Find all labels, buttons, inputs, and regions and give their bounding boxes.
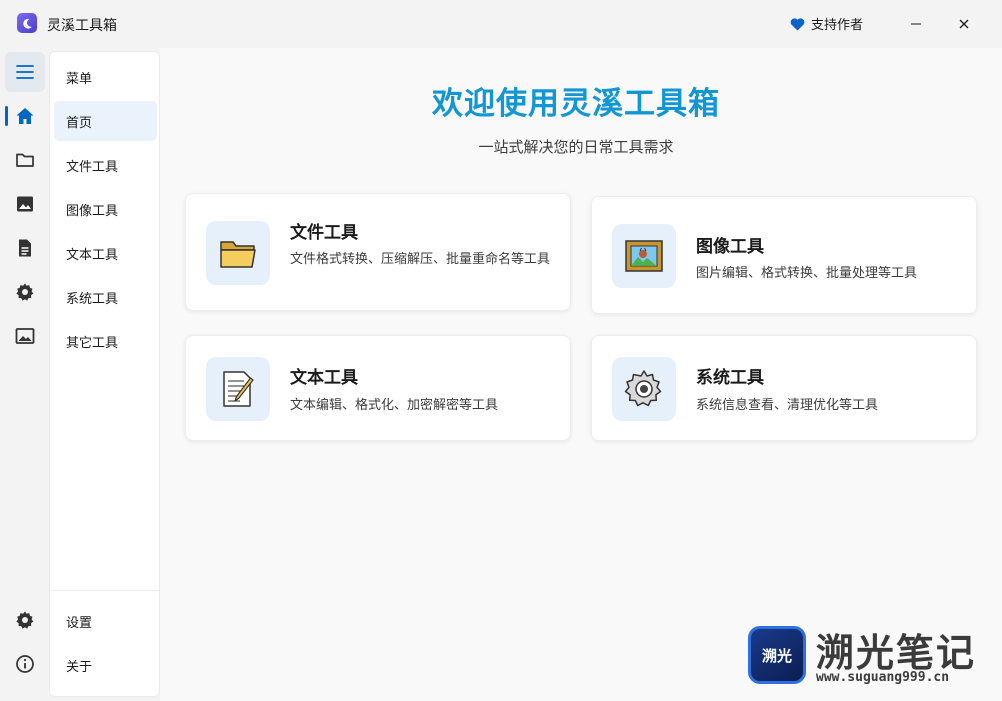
app-logo-icon — [17, 13, 37, 33]
card-description: 系统信息查看、清理优化等工具 — [696, 398, 879, 413]
menu-item-home[interactable]: 首页 — [54, 101, 157, 141]
close-button[interactable] — [950, 10, 978, 38]
menu-item-system-tools[interactable]: 系统工具 — [54, 277, 157, 317]
card-title: 文件工具 — [290, 223, 358, 243]
card-title: 图像工具 — [696, 237, 764, 257]
picture-icon — [15, 328, 35, 344]
card-icon-wrapper — [612, 224, 676, 288]
folder-icon — [16, 153, 34, 167]
menu-icon — [16, 65, 34, 79]
card-system-tools[interactable]: 系统工具 系统信息查看、清理优化等工具 — [591, 335, 977, 441]
image-icon — [17, 196, 33, 212]
minimize-icon — [911, 23, 921, 25]
card-title: 系统工具 — [696, 368, 764, 388]
card-file-tools[interactable]: 文件工具 文件格式转换、压缩解压、批量重命名等工具 — [185, 193, 571, 311]
rail-item-text-tools[interactable] — [5, 228, 45, 268]
navigation-menu: 菜单 首页 文件工具 图像工具 文本工具 系统工具 其它工具 设置 关于 — [49, 51, 160, 697]
menu-divider — [50, 590, 159, 591]
support-author-button[interactable]: 支持作者 — [790, 14, 863, 33]
rail-item-settings[interactable] — [5, 600, 45, 640]
watermark: 溯光 溯光笔记 www.suguang999.cn — [748, 626, 998, 688]
minimize-button[interactable] — [902, 10, 930, 38]
rail-item-home[interactable] — [5, 96, 45, 136]
rail-item-system-tools[interactable] — [5, 272, 45, 312]
menu-item-other-tools[interactable]: 其它工具 — [54, 321, 157, 361]
rail-item-about[interactable] — [5, 644, 45, 684]
main-content: 欢迎使用灵溪工具箱 一站式解决您的日常工具需求 文件工具 文件格式转换、压缩解压… — [160, 48, 1002, 701]
card-text-tools[interactable]: 文本工具 文本编辑、格式化、加密解密等工具 — [185, 335, 571, 441]
card-icon-wrapper — [206, 221, 270, 285]
menu-item-file-tools[interactable]: 文件工具 — [54, 145, 157, 185]
app-title: 灵溪工具箱 — [47, 18, 117, 34]
card-icon-wrapper — [206, 357, 270, 421]
menu-item-about[interactable]: 关于 — [54, 645, 157, 685]
watermark-name: 溯光笔记 — [816, 631, 977, 675]
support-author-label: 支持作者 — [811, 18, 864, 33]
card-description: 文本编辑、格式化、加密解密等工具 — [290, 398, 499, 413]
menu-item-settings[interactable]: 设置 — [54, 601, 157, 641]
info-icon — [16, 655, 34, 673]
close-icon — [959, 19, 969, 29]
settings-icon — [16, 611, 34, 629]
card-description: 图片编辑、格式转换、批量处理等工具 — [696, 266, 918, 281]
app-window: 灵溪工具箱 支持作者 菜单 首页 文件工具 图像工具 文本工具 系统工具 其它工… — [0, 0, 1002, 701]
menu-item-text-tools[interactable]: 文本工具 — [54, 233, 157, 273]
rail-item-image-tools[interactable] — [5, 184, 45, 224]
menu-item-image-tools[interactable]: 图像工具 — [54, 189, 157, 229]
menu-header: 菜单 — [66, 71, 93, 87]
card-description: 文件格式转换、压缩解压、批量重命名等工具 — [290, 252, 551, 267]
gear-icon — [624, 370, 662, 407]
folder-icon — [220, 241, 256, 268]
icon-rail — [4, 48, 46, 696]
heart-icon — [790, 17, 805, 31]
rail-item-other-tools[interactable] — [5, 316, 45, 356]
card-image-tools[interactable]: 图像工具 图片编辑、格式转换、批量处理等工具 — [591, 196, 977, 314]
welcome-subtitle: 一站式解决您的日常工具需求 — [478, 138, 674, 156]
watermark-logo: 溯光 — [748, 626, 806, 684]
framed-picture-icon — [625, 240, 663, 272]
watermark-url: www.suguang999.cn — [816, 670, 950, 685]
watermark-logo-text: 溯光 — [761, 646, 792, 665]
menu-toggle-button[interactable] — [5, 52, 45, 92]
card-icon-wrapper — [612, 357, 676, 421]
welcome-title: 欢迎使用灵溪工具箱 — [432, 86, 720, 122]
home-icon — [16, 108, 34, 124]
card-title: 文本工具 — [290, 368, 358, 388]
gear-icon — [16, 283, 34, 301]
memo-icon — [223, 371, 254, 407]
document-icon — [19, 239, 31, 257]
rail-item-file-tools[interactable] — [5, 140, 45, 180]
title-bar: 灵溪工具箱 支持作者 — [0, 0, 1002, 48]
